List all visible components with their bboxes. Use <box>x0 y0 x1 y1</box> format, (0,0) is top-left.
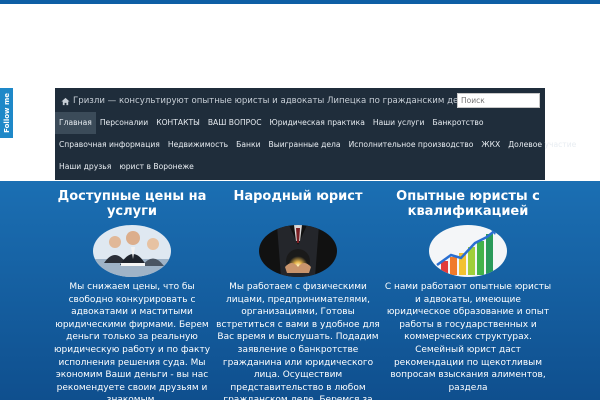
features-section: Доступные цены на услуги Мы снижаем цены… <box>0 181 600 400</box>
growth-chart-photo-icon <box>429 225 507 277</box>
feature-title: Опытные юристы с квалификацией <box>396 189 540 219</box>
feature-column-experienced-lawyers: Опытные юристы с квалификацией С нами ра… <box>383 189 553 394</box>
nav-item-bankruptcy[interactable]: Банкротство <box>428 112 487 134</box>
nav-item-legal-practice[interactable]: Юридическая практика <box>266 112 369 134</box>
nav-item-won-cases[interactable]: Выигранные дела <box>265 134 345 156</box>
lawyer-hands-light-photo-icon <box>259 225 337 277</box>
nav-item-services[interactable]: Наши услуги <box>369 112 429 134</box>
search-input[interactable] <box>457 93 540 108</box>
nav-item-contacts[interactable]: КОНТАКТЫ <box>152 112 204 134</box>
nav-item-friends[interactable]: Наши друзья <box>55 156 115 178</box>
nav-item-real-estate[interactable]: Недвижимость <box>164 134 232 156</box>
nav-item-enforcement[interactable]: Исполнительное производство <box>345 134 478 156</box>
feature-title: Народный юрист <box>233 189 363 204</box>
nav-item-voronezh-lawyer[interactable]: юрист в Воронеже <box>115 156 198 178</box>
nav-item-your-question[interactable]: ВАШ ВОПРОС <box>204 112 266 134</box>
nav-row-2: Справочная информация Недвижимость Банки… <box>55 134 576 156</box>
top-accent-line <box>0 0 600 4</box>
business-meeting-photo-icon <box>93 225 171 277</box>
feature-column-prices: Доступные цены на услуги Мы снижаем цены… <box>47 189 217 400</box>
nav-item-shared-construction[interactable]: Долевое участие <box>504 134 580 156</box>
site-title[interactable]: Гризли — консультируют опытные юристы и … <box>61 94 476 108</box>
feature-title: Доступные цены на услуги <box>57 189 207 219</box>
header-bar: Гризли — консультируют опытные юристы и … <box>55 88 576 180</box>
nav-item-home[interactable]: Главная <box>55 112 96 134</box>
follow-me-label: Follow me <box>2 93 11 133</box>
feature-column-people-lawyer: Народный юрист Мы работаем с физическими… <box>213 189 383 400</box>
nav-item-banks[interactable]: Банки <box>232 134 264 156</box>
nav-item-housing[interactable]: ЖКХ <box>477 134 504 156</box>
follow-me-tab[interactable]: Follow me <box>0 88 13 138</box>
home-icon <box>61 97 70 105</box>
nav-row-3: Наши друзья юрист в Воронеже <box>55 156 545 178</box>
main-nav: Главная Персоналии КОНТАКТЫ ВАШ ВОПРОС Ю… <box>55 112 576 178</box>
nav-row-1: Главная Персоналии КОНТАКТЫ ВАШ ВОПРОС Ю… <box>55 112 545 134</box>
site-title-text: Гризли — консультируют опытные юристы и … <box>73 96 476 106</box>
nav-item-people[interactable]: Персоналии <box>96 112 152 134</box>
feature-text: Мы работаем с физическими лицами, предпр… <box>216 282 380 400</box>
feature-text: Мы снижаем цены, что бы свободно конкури… <box>53 282 211 400</box>
feature-text: С нами работают опытные юристы и адвокат… <box>384 282 552 393</box>
nav-item-reference[interactable]: Справочная информация <box>55 134 164 156</box>
